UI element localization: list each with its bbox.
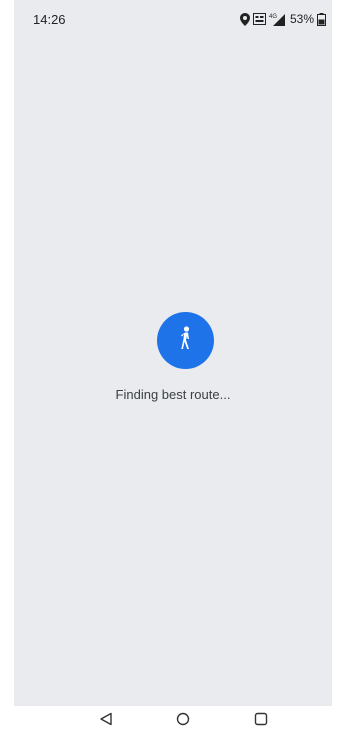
battery-percent: 53%	[289, 12, 314, 26]
nav-home-button[interactable]	[174, 712, 192, 730]
svg-text:4G: 4G	[269, 14, 277, 20]
status-time: 14:26	[33, 12, 66, 27]
nav-recents-button[interactable]	[252, 712, 270, 730]
loading-message: Finding best route...	[115, 387, 231, 402]
route-loader: Finding best route...	[14, 312, 332, 412]
nav-back-button[interactable]	[97, 712, 115, 730]
system-nav-bar	[0, 706, 345, 734]
status-icons: 4G 53%	[239, 10, 326, 28]
recents-square-icon	[254, 712, 268, 731]
walking-person-icon	[179, 326, 193, 355]
back-triangle-icon	[99, 712, 113, 731]
signal-icon: 4G	[269, 12, 286, 26]
data-saver-icon	[252, 13, 266, 25]
battery-icon	[317, 12, 326, 26]
walking-mode-badge	[157, 312, 214, 369]
home-circle-icon	[176, 712, 190, 731]
location-icon	[239, 12, 250, 26]
app-screen: 14:26 4G 53% Finding best route...	[14, 0, 332, 706]
status-bar: 14:26 4G 53%	[14, 0, 332, 38]
